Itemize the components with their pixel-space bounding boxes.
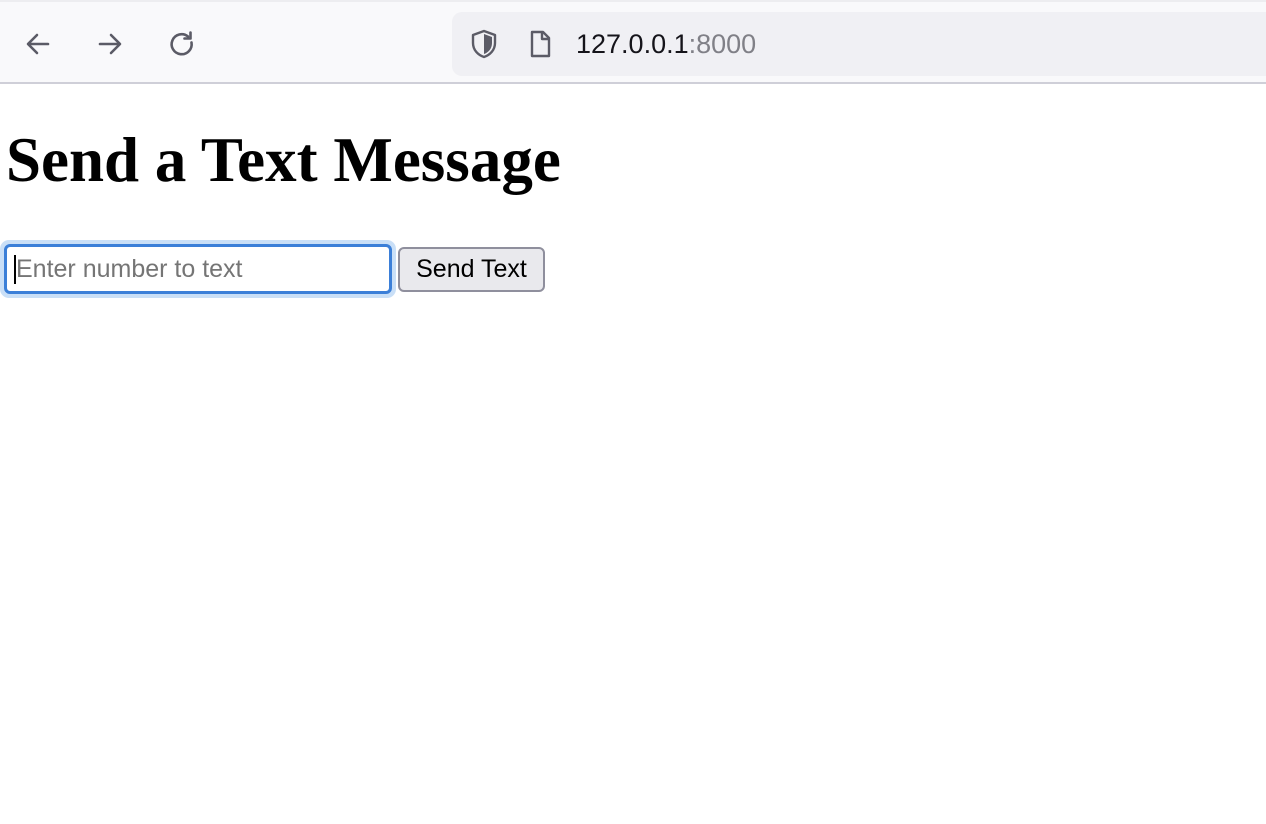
page-title: Send a Text Message (6, 125, 561, 195)
text-caret (14, 255, 16, 284)
url-host: 127.0.0.1 (576, 29, 689, 59)
url-text[interactable]: 127.0.0.1:8000 (576, 27, 756, 61)
send-text-button[interactable]: Send Text (398, 247, 545, 292)
address-bar[interactable]: 127.0.0.1:8000 (452, 12, 1266, 76)
url-port: :8000 (688, 29, 757, 59)
reload-icon (170, 31, 193, 56)
shield-icon[interactable] (468, 28, 500, 60)
arrow-right-icon (98, 33, 122, 55)
toolbar-divider (0, 82, 1266, 84)
arrow-left-icon (26, 33, 50, 55)
browser-toolbar: 127.0.0.1:8000 (0, 0, 1266, 82)
page-icon (530, 30, 551, 58)
back-button[interactable] (18, 24, 58, 64)
forward-button[interactable] (90, 24, 130, 64)
reload-button[interactable] (162, 24, 202, 64)
phone-number-input[interactable] (4, 244, 392, 294)
